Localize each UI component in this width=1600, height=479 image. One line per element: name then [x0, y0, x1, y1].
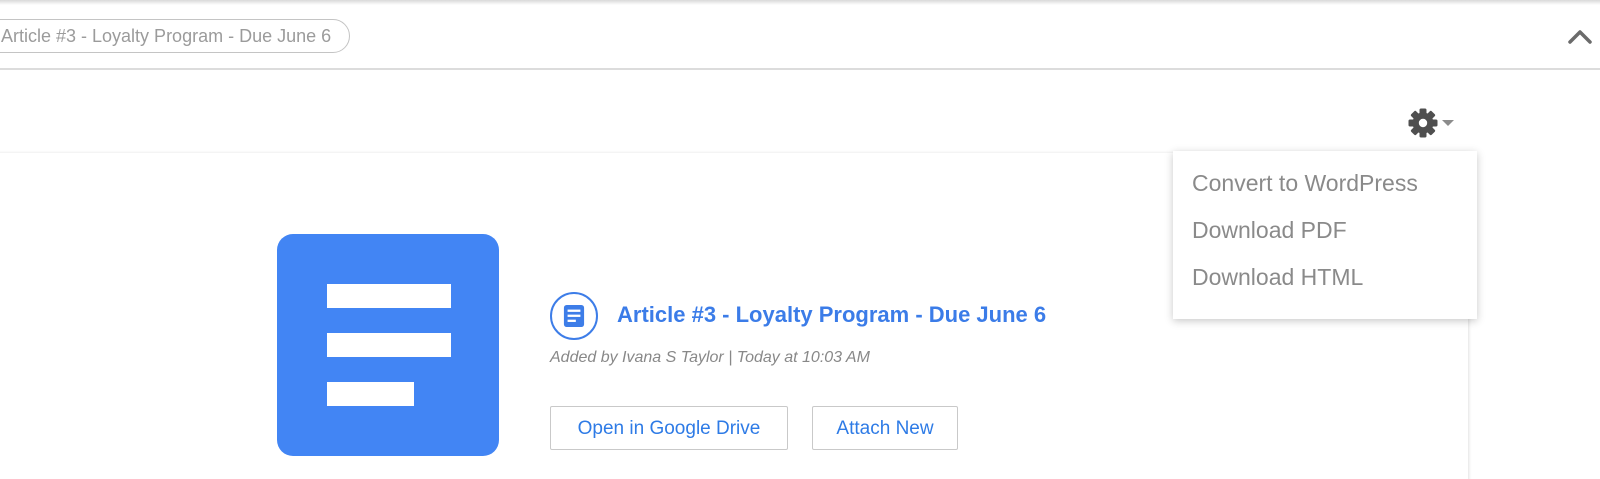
attach-new-button[interactable]: Attach New [812, 406, 958, 450]
menu-item-download-html[interactable]: Download HTML [1192, 264, 1363, 291]
caret-down-icon [1442, 120, 1454, 126]
document-added-by: Added by Ivana S Taylor | Today at 10:03… [550, 349, 870, 366]
page: Article #3 - Loyalty Program - Due June … [0, 0, 1600, 479]
document-title-link[interactable]: Article #3 - Loyalty Program - Due June … [617, 302, 1046, 328]
chevron-up-icon[interactable] [1566, 25, 1594, 49]
tag-bar: Article #3 - Loyalty Program - Due June … [0, 6, 1600, 70]
document-icon [550, 292, 598, 340]
tag-pill[interactable]: Article #3 - Loyalty Program - Due June … [0, 19, 351, 53]
open-in-google-drive-button[interactable]: Open in Google Drive [550, 406, 788, 450]
doc-line [327, 382, 414, 406]
doc-line [327, 284, 451, 308]
google-docs-icon[interactable] [277, 234, 499, 456]
gear-icon [1408, 108, 1438, 138]
top-divider [0, 0, 1600, 5]
settings-button[interactable] [1405, 105, 1461, 141]
settings-dropdown-menu: Convert to WordPress Download PDF Downlo… [1173, 151, 1477, 319]
doc-line [327, 333, 451, 357]
menu-item-download-pdf[interactable]: Download PDF [1192, 217, 1347, 244]
menu-item-convert-to-wordpress[interactable]: Convert to WordPress [1192, 170, 1418, 197]
